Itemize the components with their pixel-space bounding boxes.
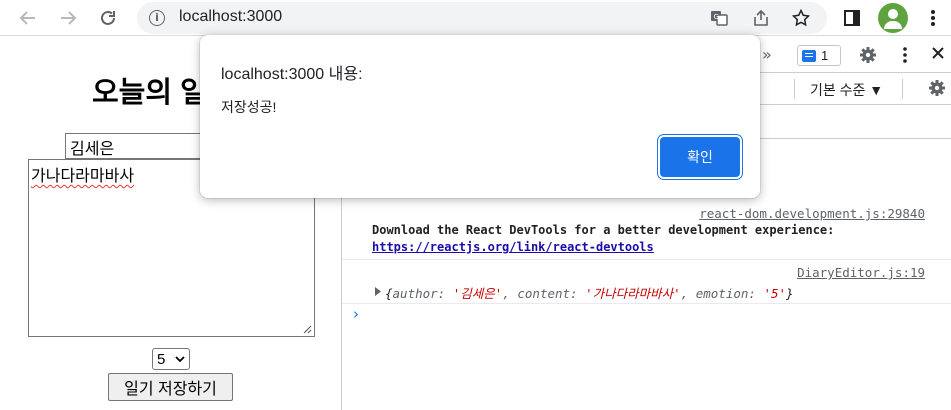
console-message: DiaryEditor.js:19 {author: '김세은', conten… bbox=[342, 260, 951, 304]
chevron-down-icon bbox=[175, 356, 185, 363]
console-settings-icon[interactable] bbox=[928, 79, 946, 101]
message-source-link[interactable]: react-dom.development.js:29840 bbox=[699, 206, 925, 221]
obj-brace: { bbox=[385, 286, 393, 301]
divider bbox=[902, 79, 903, 99]
reload-icon[interactable] bbox=[95, 5, 121, 31]
obj-key: , emotion: bbox=[680, 286, 764, 301]
bookmark-star-icon[interactable] bbox=[789, 6, 813, 30]
console-message: react-dom.development.js:29840 Download … bbox=[342, 202, 951, 260]
devtools-close-icon[interactable] bbox=[931, 45, 945, 64]
site-info-icon[interactable]: i bbox=[149, 10, 165, 26]
message-text: Download the React DevTools for a better… bbox=[372, 222, 927, 256]
address-bar[interactable]: i localhost:3000 G bbox=[137, 2, 827, 34]
translate-icon[interactable]: G bbox=[707, 6, 731, 30]
message-source-link[interactable]: DiaryEditor.js:19 bbox=[797, 265, 925, 280]
dialog-ok-button[interactable]: 확인 bbox=[660, 137, 740, 177]
issue-message-icon bbox=[802, 49, 816, 62]
console-prompt-chevron-icon[interactable]: › bbox=[353, 305, 359, 323]
content-text: 가나다라마바사 bbox=[31, 168, 135, 185]
address-url: localhost:3000 bbox=[179, 8, 283, 25]
devtools-settings-icon[interactable] bbox=[859, 46, 877, 68]
forward-arrow-icon[interactable] bbox=[55, 5, 81, 31]
obj-value: '5' bbox=[763, 286, 787, 301]
logged-object[interactable]: {author: '김세은', content: '가나다라마바사', emot… bbox=[385, 283, 794, 302]
message-text-content: Download the React DevTools for a better… bbox=[372, 223, 835, 237]
issues-count: 1 bbox=[821, 48, 829, 63]
resize-grip-icon[interactable] bbox=[302, 324, 312, 334]
author-input[interactable]: 김세은 bbox=[65, 133, 215, 159]
issues-badge[interactable]: 1 bbox=[797, 45, 841, 66]
alert-dialog: localhost:3000 내용: 저장성공! 확인 bbox=[200, 35, 760, 198]
profile-avatar[interactable] bbox=[878, 3, 908, 33]
emotion-select[interactable]: 5 bbox=[152, 348, 190, 370]
dialog-title: localhost:3000 내용: bbox=[221, 66, 363, 83]
obj-value: '가나다라마바사' bbox=[585, 286, 681, 301]
save-diary-button[interactable]: 일기 저장하기 bbox=[108, 373, 233, 401]
browser-menu-icon[interactable] bbox=[920, 5, 946, 31]
emotion-select-value: 5 bbox=[157, 350, 166, 368]
side-panel-icon[interactable] bbox=[839, 5, 865, 31]
obj-brace: } bbox=[786, 286, 794, 301]
dialog-message: 저장성공! bbox=[221, 99, 277, 115]
back-arrow-icon[interactable] bbox=[15, 5, 41, 31]
more-tabs-chevron-icon[interactable]: » bbox=[762, 45, 772, 64]
browser-toolbar: i localhost:3000 G bbox=[0, 0, 951, 36]
obj-key: , content: bbox=[502, 286, 586, 301]
devtools-menu-icon[interactable] bbox=[902, 46, 908, 68]
react-devtools-link[interactable]: https://reactjs.org/link/react-devtools bbox=[372, 240, 654, 254]
svg-text:G: G bbox=[714, 13, 719, 21]
share-icon[interactable] bbox=[749, 6, 773, 30]
obj-key: author: bbox=[392, 286, 453, 301]
obj-value: '김세은' bbox=[452, 286, 503, 301]
expand-triangle-icon[interactable] bbox=[374, 287, 382, 296]
divider bbox=[794, 79, 795, 99]
log-level-dropdown[interactable]: 기본 수준 ▼ bbox=[810, 80, 883, 100]
